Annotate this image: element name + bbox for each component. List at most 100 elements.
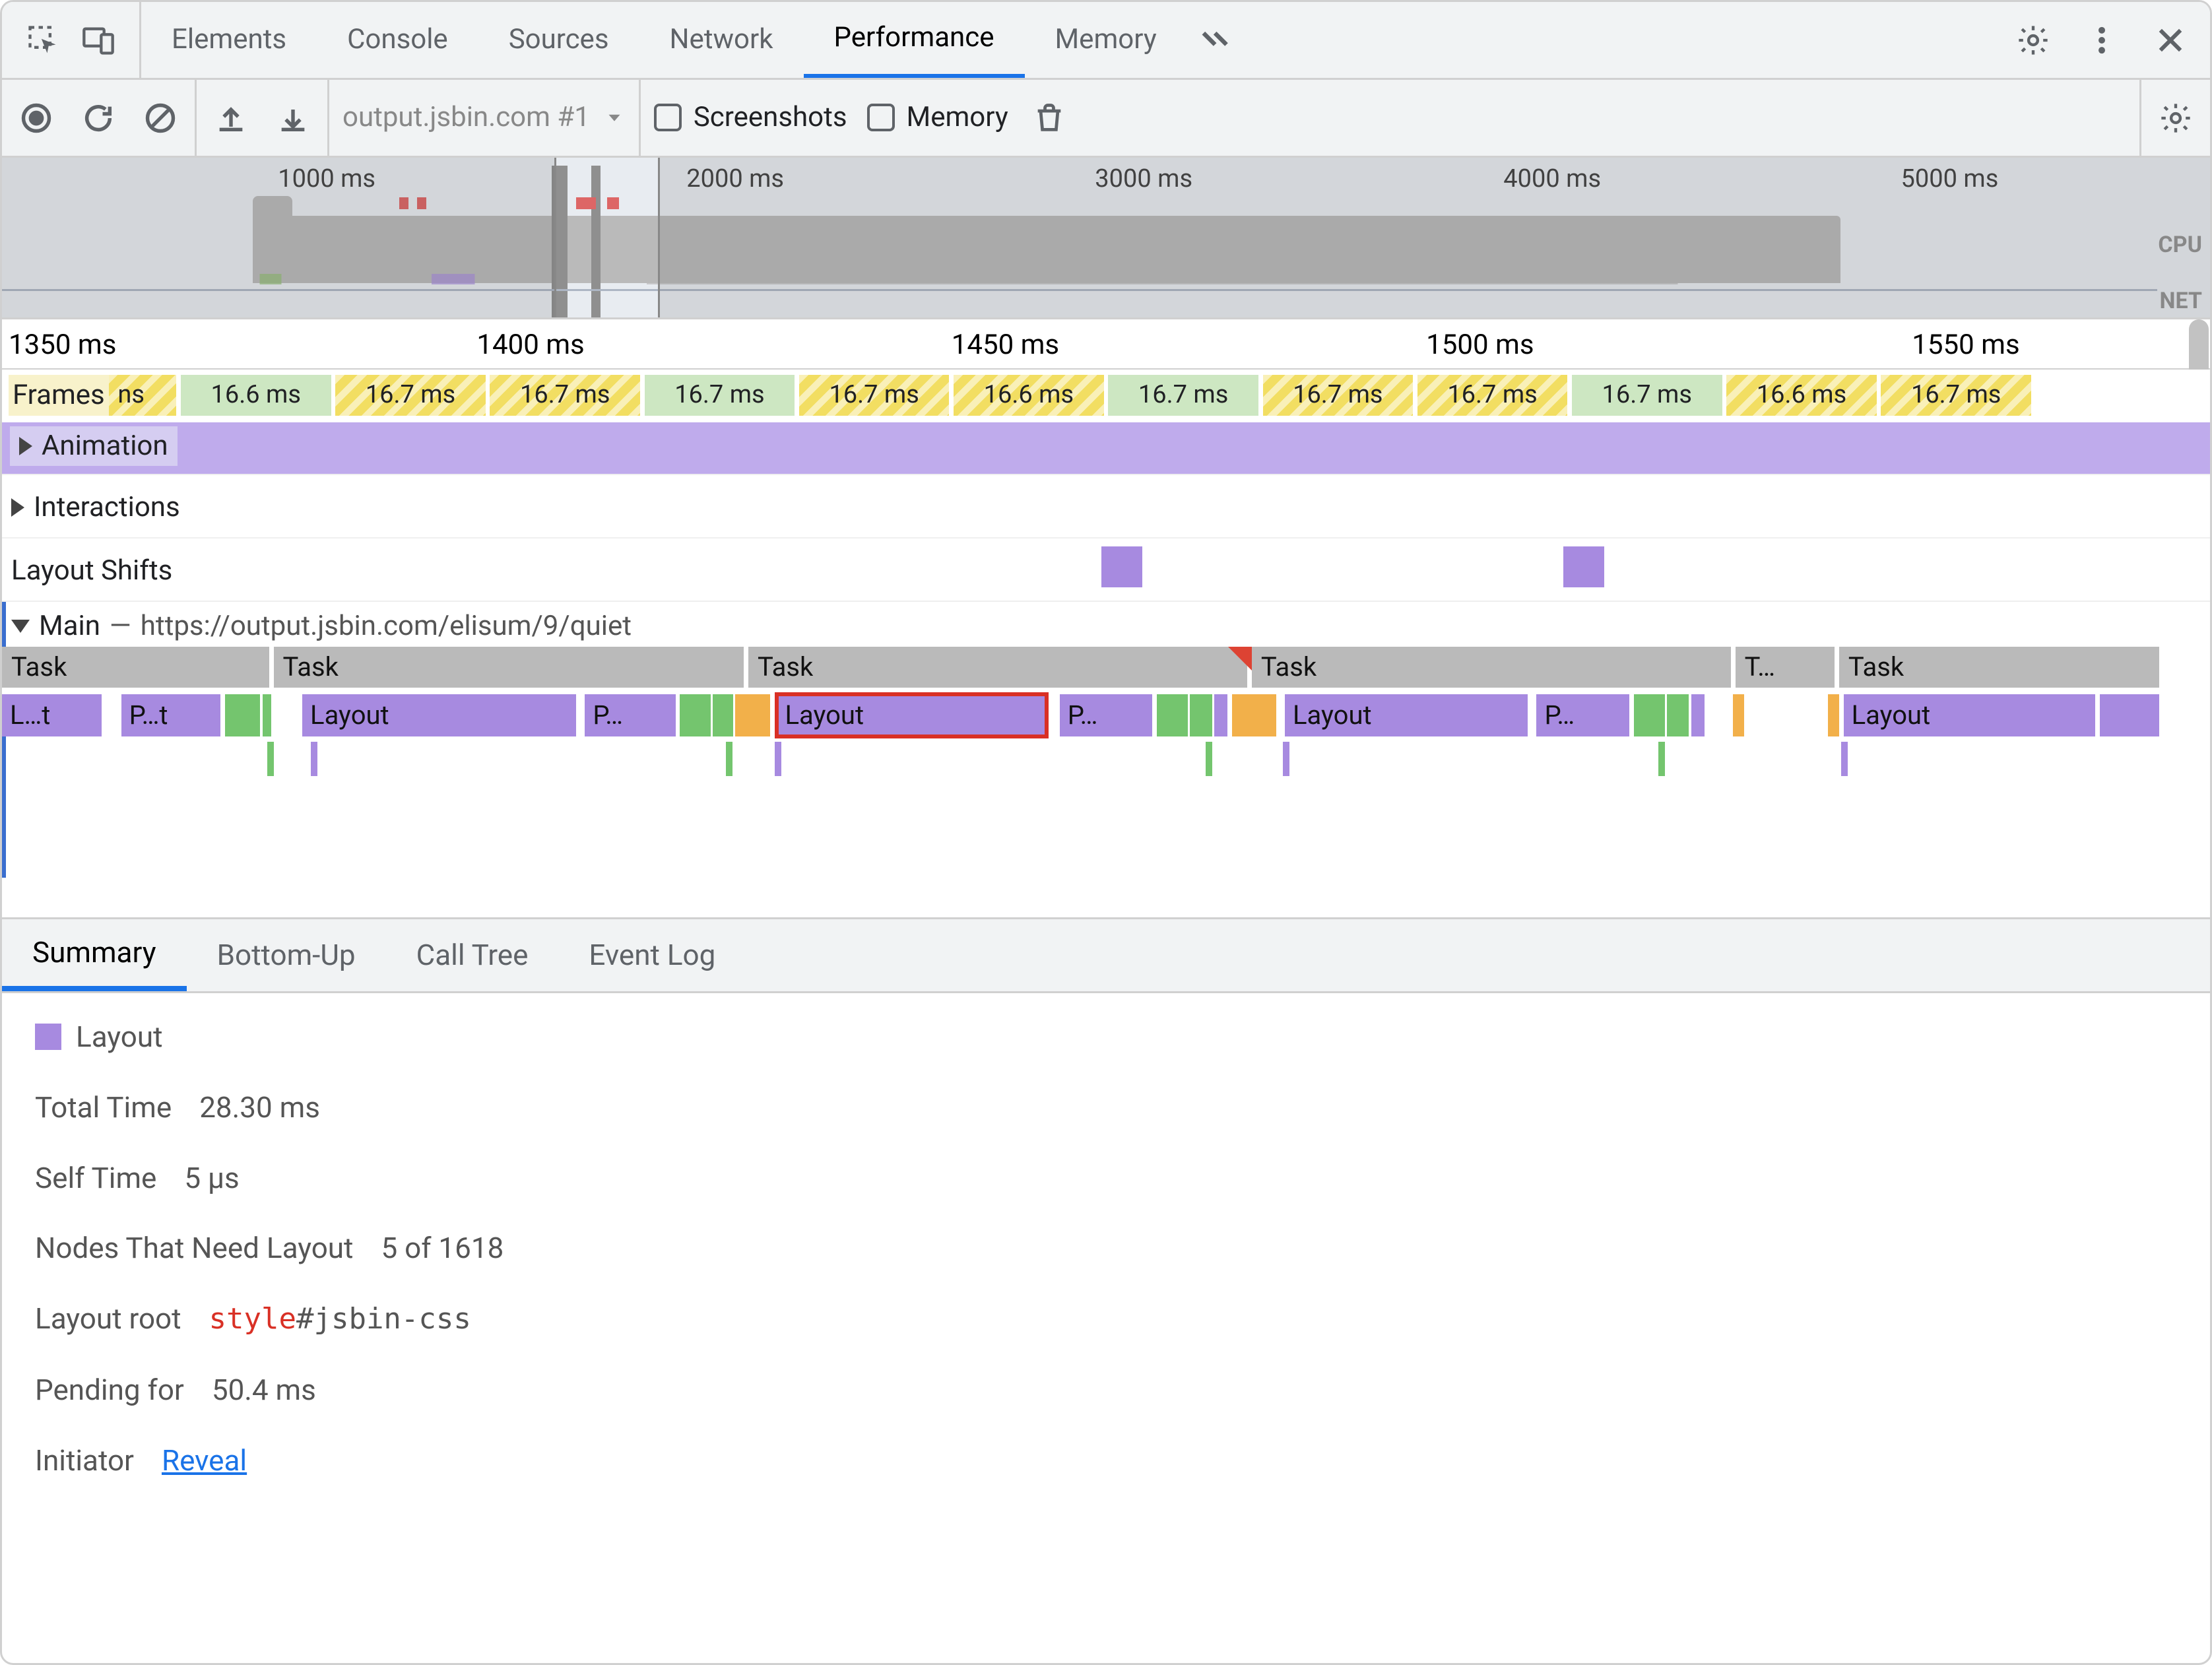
event-block[interactable] [1232, 694, 1276, 736]
task-block[interactable]: Task [748, 647, 1247, 688]
paint-event[interactable]: P… [1536, 694, 1629, 736]
frame-block[interactable]: 16.7 ms [1417, 375, 1568, 416]
event-sliver[interactable] [1658, 742, 1665, 776]
interactions-track[interactable]: Interactions [2, 474, 2210, 537]
event-block[interactable] [1691, 694, 1705, 736]
event-block[interactable] [1634, 694, 1665, 736]
tab-elements[interactable]: Elements [141, 2, 317, 78]
tasks-row[interactable]: Task Task Task Task T… Task [2, 647, 2210, 694]
layout-shifts-track[interactable]: Layout Shifts [2, 537, 2210, 601]
screenshots-checkbox[interactable]: Screenshots [654, 101, 847, 134]
layout-event[interactable]: Layout [302, 694, 576, 736]
close-icon[interactable] [2149, 19, 2192, 61]
tab-sources[interactable]: Sources [478, 2, 639, 78]
main-track-header[interactable]: Main — https://output.jsbin.com/elisum/9… [2, 601, 2210, 647]
record-icon[interactable] [15, 97, 57, 139]
layout-shift-marker[interactable] [1563, 546, 1604, 587]
reveal-link[interactable]: Reveal [162, 1443, 247, 1478]
tab-memory[interactable]: Memory [1025, 2, 1187, 78]
load-profile-icon[interactable] [210, 97, 252, 139]
main-separator: — [110, 610, 131, 643]
event-sliver[interactable] [1841, 742, 1848, 776]
events-row[interactable]: L…t P…t Layout P… Layout P… Layout P… [2, 694, 2210, 742]
paint-event[interactable]: P…t [121, 694, 221, 736]
event-block[interactable] [225, 694, 261, 736]
task-block[interactable]: Task [2, 647, 269, 688]
timeline-ruler[interactable]: 1350 ms 1400 ms 1450 ms 1500 ms 1550 ms [2, 319, 2210, 370]
event-block[interactable] [713, 694, 732, 736]
overview-timeline[interactable]: 1000 ms 2000 ms 3000 ms 4000 ms 5000 ms … [2, 158, 2210, 319]
event-sliver[interactable] [311, 742, 317, 776]
tab-network[interactable]: Network [639, 2, 804, 78]
tab-console[interactable]: Console [317, 2, 478, 78]
select-element-icon[interactable] [22, 19, 64, 61]
task-block[interactable]: T… [1736, 647, 1835, 688]
reload-record-icon[interactable] [77, 97, 119, 139]
frame-block[interactable]: 16.7 ms [490, 375, 640, 416]
animation-track[interactable]: Animation [2, 422, 2210, 474]
event-block[interactable] [2100, 694, 2159, 736]
tab-summary[interactable]: Summary [2, 919, 187, 991]
animation-header[interactable]: Animation [10, 426, 178, 466]
frame-block[interactable]: 16.7 ms [1881, 375, 2031, 416]
tab-event-log[interactable]: Event Log [558, 919, 746, 991]
interactions-header[interactable]: Interactions [11, 491, 180, 524]
layout-event[interactable]: L…t [2, 694, 102, 736]
frame-block[interactable]: 16.7 ms [335, 375, 486, 416]
frame-block[interactable]: 16.7 ms [1572, 375, 1722, 416]
memory-checkbox[interactable]: Memory [867, 101, 1008, 134]
clear-icon[interactable] [139, 97, 181, 139]
tab-performance[interactable]: Performance [804, 2, 1025, 78]
frames-track[interactable]: Frames ns16.6 ms16.7 ms16.7 ms16.7 ms16.… [2, 370, 2210, 422]
layout-event[interactable]: Layout [1285, 694, 1528, 736]
event-sliver[interactable] [267, 742, 274, 776]
profile-selector[interactable]: output.jsbin.com #1 [342, 101, 626, 134]
task-block[interactable]: Task [1252, 647, 1731, 688]
paint-event[interactable]: P… [585, 694, 675, 736]
task-block[interactable]: Task [274, 647, 744, 688]
event-sliver[interactable] [726, 742, 732, 776]
overview-cpu-label: CPU [2158, 232, 2202, 259]
details-tabs: Summary Bottom-Up Call Tree Event Log [2, 919, 2210, 993]
paint-event[interactable]: P… [1060, 694, 1153, 736]
task-block[interactable]: Task [1839, 647, 2159, 688]
kebab-menu-icon[interactable] [2081, 19, 2123, 61]
event-block[interactable] [680, 694, 711, 736]
event-block[interactable] [735, 694, 771, 736]
device-toolbar-icon[interactable] [77, 19, 119, 61]
event-block[interactable] [1733, 694, 1744, 736]
layout-shifts-header[interactable]: Layout Shifts [11, 554, 172, 587]
layout-event[interactable]: Layout [1844, 694, 2095, 736]
frame-block[interactable]: 16.6 ms [181, 375, 331, 416]
frame-block[interactable]: 16.7 ms [1108, 375, 1258, 416]
event-sliver[interactable] [1206, 742, 1212, 776]
frame-block[interactable]: 16.7 ms [799, 375, 950, 416]
more-tabs-icon[interactable] [1192, 19, 1235, 61]
layout-event-selected[interactable]: Layout [777, 694, 1046, 736]
settings-icon[interactable] [2012, 19, 2054, 61]
summary-value: 50.4 ms [212, 1373, 316, 1408]
frame-block[interactable]: 16.7 ms [1263, 375, 1414, 416]
event-block[interactable] [1157, 694, 1188, 736]
capture-settings-icon[interactable] [2155, 97, 2197, 139]
event-block[interactable] [1828, 694, 1839, 736]
event-sliver[interactable] [1283, 742, 1289, 776]
flamechart-tracks[interactable]: Frames ns16.6 ms16.7 ms16.7 ms16.7 ms16.… [2, 370, 2210, 919]
gc-icon[interactable] [1028, 97, 1070, 139]
animation-bar[interactable] [2, 422, 2210, 474]
frame-block[interactable]: 16.6 ms [1726, 375, 1877, 416]
layout-shift-marker[interactable] [1101, 546, 1142, 587]
event-block[interactable] [1214, 694, 1227, 736]
overview-viewport[interactable] [554, 158, 661, 317]
frame-block[interactable]: 16.7 ms [645, 375, 795, 416]
event-sliver[interactable] [775, 742, 781, 776]
event-block[interactable] [1190, 694, 1212, 736]
event-block[interactable] [263, 694, 271, 736]
save-profile-icon[interactable] [272, 97, 314, 139]
tab-bottom-up[interactable]: Bottom-Up [187, 919, 386, 991]
frame-block[interactable]: 16.6 ms [954, 375, 1104, 416]
summary-value[interactable]: style#jsbin-css [209, 1301, 471, 1337]
event-block[interactable] [1667, 694, 1689, 736]
sub-events-row[interactable] [2, 742, 2210, 781]
tab-call-tree[interactable]: Call Tree [386, 919, 559, 991]
